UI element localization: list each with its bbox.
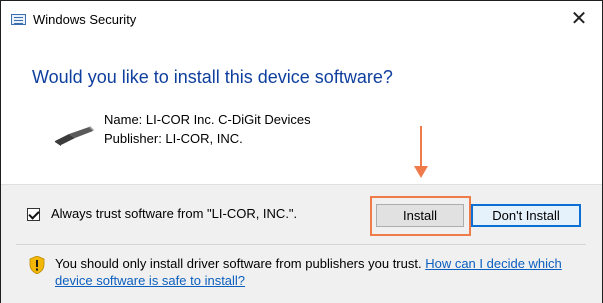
warning-message: You should only install driver software … — [55, 255, 575, 289]
always-trust-label[interactable]: Always trust software from "LI-COR, INC.… — [51, 206, 297, 221]
windows-security-dialog: Windows Security ✕ Would you like to ins… — [0, 0, 603, 303]
dialog-heading: Would you like to install this device so… — [32, 67, 393, 87]
window-title: Windows Security — [33, 12, 137, 27]
usb-device-icon — [55, 126, 94, 146]
always-trust-checkbox[interactable] — [27, 208, 40, 221]
warning-text: You should only install driver software … — [55, 256, 426, 271]
close-icon: ✕ — [570, 8, 588, 30]
close-button[interactable]: ✕ — [556, 1, 602, 37]
security-window-icon — [11, 14, 26, 25]
action-panel: Always trust software from "LI-COR, INC.… — [1, 184, 602, 303]
install-button[interactable]: Install — [376, 204, 464, 227]
device-name: Name: LI-COR Inc. C-DiGit Devices — [104, 112, 311, 127]
device-publisher: Publisher: LI-COR, INC. — [104, 131, 243, 146]
shield-warning-icon — [29, 256, 45, 274]
orange-arrow-icon — [414, 126, 428, 178]
dont-install-button[interactable]: Don't Install — [471, 204, 581, 227]
title-bar[interactable]: Windows Security ✕ — [1, 1, 602, 37]
panel-divider — [16, 244, 586, 245]
